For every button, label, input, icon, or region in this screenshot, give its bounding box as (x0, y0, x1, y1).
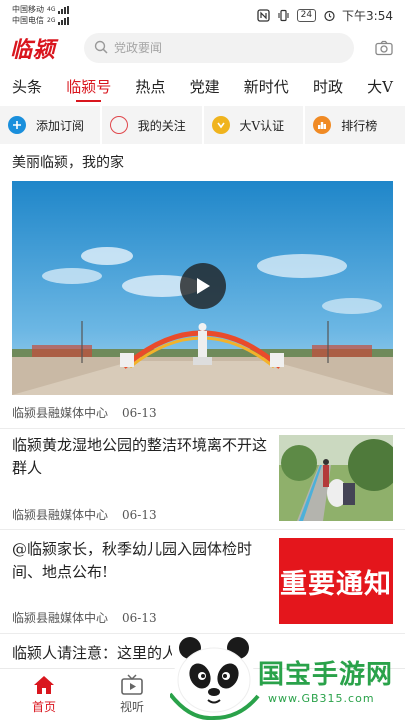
vibrate-icon (277, 8, 291, 22)
podium-icon (313, 116, 332, 134)
news-thumbnail-2[interactable]: 重要通知 (279, 538, 393, 624)
app-logo: 临颍 (10, 37, 57, 63)
section-title: 美丽临颍，我的家 (12, 155, 124, 171)
divider (0, 529, 405, 530)
tv-icon (121, 674, 143, 695)
big-v-verify-label: 大V认证 (239, 118, 285, 133)
news-date: 06-13 (122, 508, 157, 522)
app-header: 临颍 (0, 30, 405, 66)
news-thumbnail-1[interactable] (279, 435, 393, 521)
ranking-button[interactable]: 排行榜 (305, 106, 405, 144)
carrier-1-network: 4G (47, 6, 56, 13)
search-input[interactable] (114, 41, 334, 55)
search-bar[interactable] (84, 33, 354, 63)
play-button[interactable] (180, 263, 226, 309)
news-date: 06-13 (122, 406, 157, 420)
carrier-2-name: 中国电信 (12, 16, 44, 25)
add-subscription-button[interactable]: 添加订阅 (0, 106, 102, 144)
add-subscription-label: 添加订阅 (36, 118, 85, 133)
nav-media[interactable]: 视听 (88, 669, 176, 720)
watermark-url: www.GB315.com (268, 692, 375, 705)
signal-icon (58, 16, 70, 25)
status-bar: 中国移动 4G 中国电信 2G 24 下午3:54 (0, 0, 405, 30)
ranking-label: 排行榜 (341, 118, 378, 133)
news-date: 06-13 (122, 611, 157, 625)
watermark-title: 国宝手游网 (258, 660, 394, 690)
search-icon (94, 39, 108, 58)
panda-logo-icon (168, 636, 260, 720)
nav-home-label: 首页 (31, 700, 56, 714)
alarm-icon (322, 8, 336, 22)
quick-action-bar: 添加订阅 我的关注 大V认证 排行榜 (0, 106, 405, 144)
tab-headlines[interactable]: 头条 (12, 70, 42, 104)
battery-indicator: 24 (296, 8, 317, 22)
notice-thumbnail-text: 重要通知 (280, 568, 392, 600)
news-source: 临颍县融媒体中心 (12, 406, 109, 420)
check-icon (211, 116, 230, 134)
news-source: 临颍县融媒体中心 (12, 508, 109, 522)
featured-video[interactable] (12, 181, 393, 395)
circle-icon (109, 116, 128, 134)
tab-party[interactable]: 党建 (190, 70, 220, 104)
tab-linying-account[interactable]: 临颍号 (66, 70, 111, 104)
clock: 下午3:54 (342, 8, 393, 23)
news-source: 临颍县融媒体中心 (12, 611, 109, 625)
news-meta-1: 临颍县融媒体中心 06-13 (12, 506, 157, 523)
carrier-info: 中国移动 4G 中国电信 2G (12, 4, 70, 26)
featured-meta: 临颍县融媒体中心 06-13 (12, 404, 157, 421)
tab-hot[interactable]: 热点 (135, 70, 165, 104)
news-meta-2: 临颍县融媒体中心 06-13 (12, 609, 157, 626)
tab-new-era[interactable]: 新时代 (244, 70, 289, 104)
news-title-2[interactable]: @临颍家长，秋季幼儿园入园体检时间、地点公布! (12, 538, 267, 584)
my-follows-label: 我的关注 (137, 118, 186, 133)
nav-media-label: 视听 (119, 700, 144, 714)
tab-politics[interactable]: 时政 (313, 70, 343, 104)
camera-icon[interactable] (373, 37, 395, 59)
signal-icon (58, 5, 70, 14)
news-title-1[interactable]: 临颍黄龙湿地公园的整洁环境离不开这群人 (12, 434, 267, 480)
channel-tabs: 头条 临颍号 热点 党建 新时代 时政 大V (0, 70, 405, 104)
home-icon (34, 676, 54, 694)
nfc-icon (257, 8, 271, 22)
my-follows-button[interactable]: 我的关注 (102, 106, 204, 144)
carrier-1-name: 中国移动 (12, 5, 44, 14)
divider (0, 428, 405, 429)
tab-big-v[interactable]: 大V (367, 70, 393, 104)
site-watermark: 国宝手游网 www.GB315.com (168, 632, 405, 720)
news-title-3[interactable]: 临颍人请注意：这里的人 (12, 642, 172, 665)
big-v-verify-button[interactable]: 大V认证 (204, 106, 306, 144)
plus-icon (8, 116, 26, 134)
play-icon (197, 278, 210, 294)
nav-home[interactable]: 首页 (0, 669, 88, 720)
carrier-2-network: 2G (47, 17, 56, 24)
